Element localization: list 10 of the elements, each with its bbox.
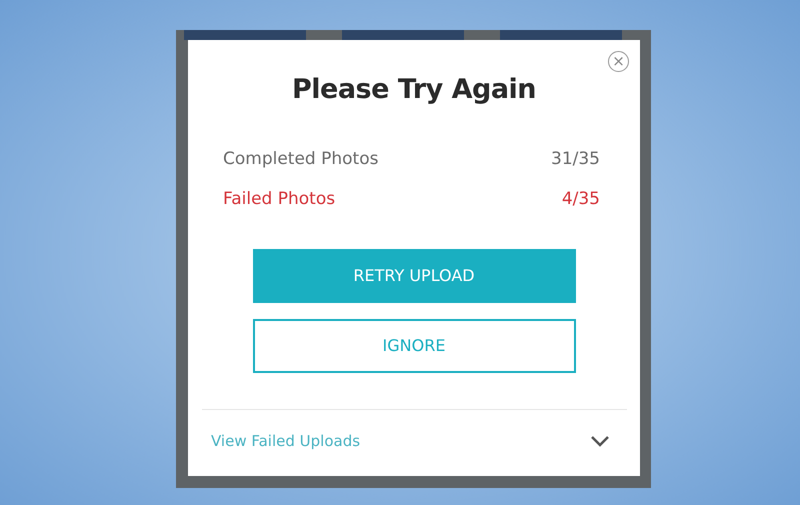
stat-label: Completed Photos <box>223 148 378 170</box>
stat-label: Failed Photos <box>223 188 336 210</box>
ignore-button[interactable]: IGNORE <box>252 318 576 372</box>
stat-value: 4/35 <box>562 188 600 210</box>
dialog-title: Please Try Again <box>290 73 538 107</box>
view-failed-link[interactable]: View Failed Uploads <box>211 430 360 452</box>
close-button[interactable]: × <box>608 51 629 72</box>
chevron-down-icon[interactable] <box>590 434 610 447</box>
stat-value: 31/35 <box>551 148 600 170</box>
retry-button[interactable]: RETRY UPLOAD <box>252 248 576 302</box>
